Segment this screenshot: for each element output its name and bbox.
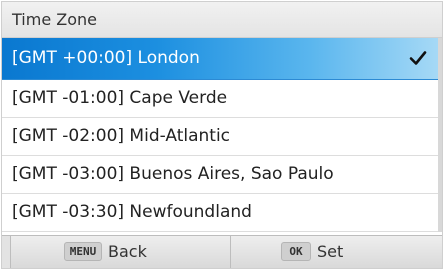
back-button[interactable]: MENU Back <box>10 236 231 268</box>
timezone-item-london[interactable]: [GMT +00:00] London <box>2 38 442 80</box>
time-zone-screen: Time Zone [GMT +00:00] London [GMT -01:0… <box>1 1 443 269</box>
timezone-item-mid-atlantic[interactable]: [GMT -02:00] Mid-Atlantic <box>2 118 442 156</box>
footer-bar: MENU Back OK Set <box>2 235 442 268</box>
timezone-label: [GMT -03:00] Buenos Aires, Sao Paulo <box>12 164 334 184</box>
timezone-item-newfoundland[interactable]: [GMT -03:30] Newfoundland <box>2 194 442 232</box>
timezone-list: [GMT +00:00] London [GMT -01:00] Cape Ve… <box>2 38 442 232</box>
menu-key-icon: MENU <box>64 242 102 261</box>
title-bar: Time Zone <box>2 2 442 38</box>
timezone-label: [GMT -02:00] Mid-Atlantic <box>12 126 231 146</box>
set-label: Set <box>317 242 344 261</box>
timezone-item-cape-verde[interactable]: [GMT -01:00] Cape Verde <box>2 80 442 118</box>
scrollbar[interactable] <box>438 38 442 232</box>
timezone-label: [GMT -01:00] Cape Verde <box>12 88 228 108</box>
timezone-label: [GMT +00:00] London <box>12 48 200 68</box>
set-button[interactable]: OK Set <box>231 236 442 268</box>
ok-key-icon: OK <box>281 242 311 261</box>
page-title: Time Zone <box>12 10 97 29</box>
timezone-item-buenos-aires[interactable]: [GMT -03:00] Buenos Aires, Sao Paulo <box>2 156 442 194</box>
checkmark-icon <box>409 51 427 65</box>
back-label: Back <box>108 242 147 261</box>
timezone-label: [GMT -03:30] Newfoundland <box>12 202 252 222</box>
